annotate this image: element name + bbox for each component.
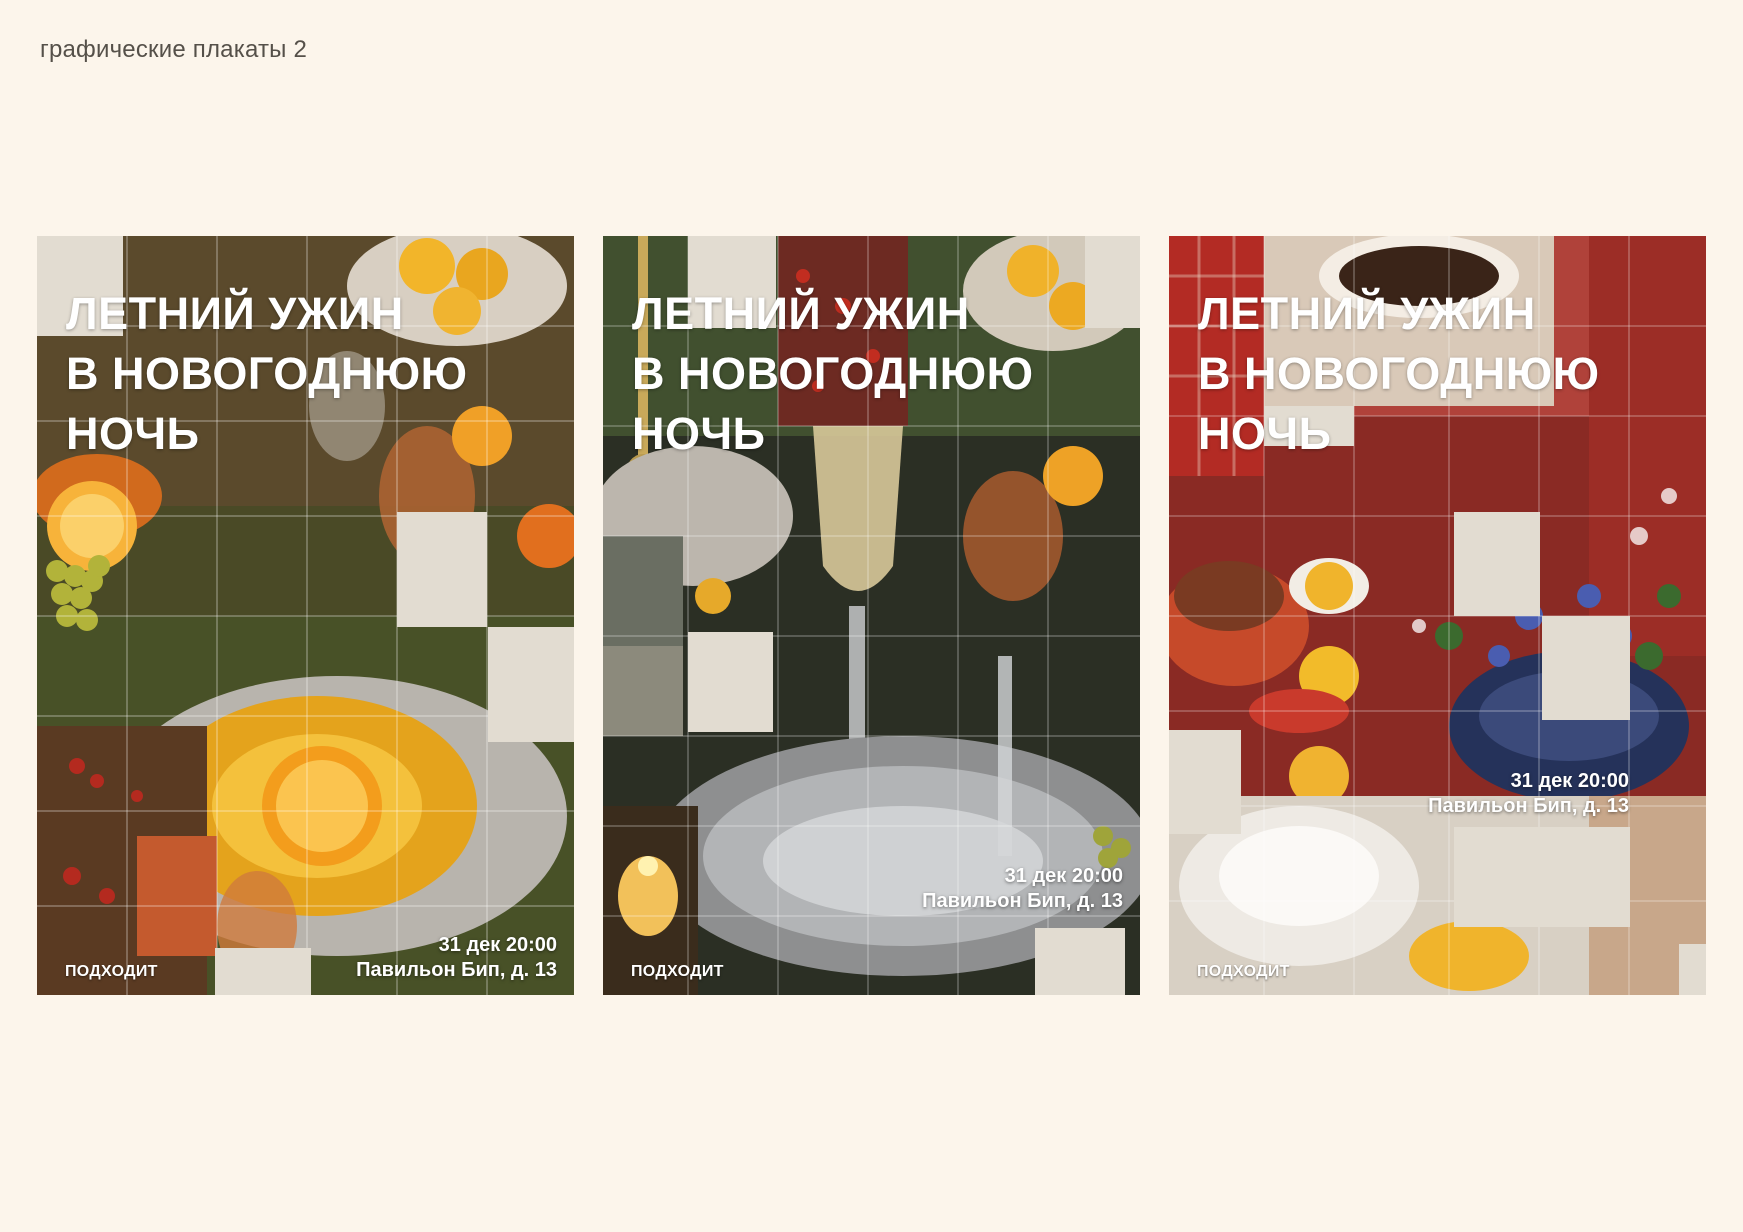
placeholder-block [688,632,773,732]
event-venue: Павильон Бип, д. 13 [922,890,1123,912]
placeholder-block [397,512,487,627]
poster-3: ЛЕТНИЙ УЖИН В НОВОГОДНЮЮ НОЧЬ 31 дек 20:… [1169,236,1706,995]
event-info: 31 дек 20:00 Павильон Бип, д. 13 [356,933,557,983]
poster-2: ЛЕТНИЙ УЖИН В НОВОГОДНЮЮ НОЧЬ 31 дек 20:… [603,236,1140,995]
poster-title-line: В НОВОГОДНЮЮ [632,348,1034,399]
event-venue: Павильон Бип, д. 13 [356,959,557,981]
placeholder-block [1679,944,1706,995]
placeholder-block [1454,827,1630,927]
event-venue: Павильон Бип, д. 13 [1428,795,1629,817]
poster-title-line: НОЧЬ [632,408,766,459]
poster-title-line: В НОВОГОДНЮЮ [1198,348,1600,399]
placeholder-block [1542,616,1630,720]
placeholder-block [215,948,311,995]
poster-title-line: ЛЕТНИЙ УЖИН [66,288,404,339]
event-date: 31 дек 20:00 [438,934,557,956]
poster-title-line: ЛЕТНИЙ УЖИН [632,288,970,339]
placeholder-block [1169,730,1241,834]
poster-title: ЛЕТНИЙ УЖИН В НОВОГОДНЮЮ НОЧЬ [1198,284,1600,464]
placeholder-block [1454,512,1540,616]
event-info: 31 дек 20:00 Павильон Бип, д. 13 [922,864,1123,914]
poster-title-line: НОЧЬ [66,408,200,459]
brand-logo: ПОДХОДИТ [65,963,158,980]
event-date: 31 дек 20:00 [1004,865,1123,887]
event-info: 31 дек 20:00 Павильон Бип, д. 13 [1428,769,1629,819]
placeholder-block [488,627,574,742]
poster-title: ЛЕТНИЙ УЖИН В НОВОГОДНЮЮ НОЧЬ [632,284,1034,464]
poster-title-line: НОЧЬ [1198,408,1332,459]
poster-title: ЛЕТНИЙ УЖИН В НОВОГОДНЮЮ НОЧЬ [66,284,468,464]
event-date: 31 дек 20:00 [1510,770,1629,792]
placeholder-block [1035,928,1125,995]
poster-title-line: ЛЕТНИЙ УЖИН [1198,288,1536,339]
page-caption: графические плакаты 2 [40,36,308,63]
poster-1: ЛЕТНИЙ УЖИН В НОВОГОДНЮЮ НОЧЬ 31 дек 20:… [37,236,574,995]
brand-logo: ПОДХОДИТ [631,963,724,980]
poster-title-line: В НОВОГОДНЮЮ [66,348,468,399]
brand-logo: ПОДХОДИТ [1197,963,1290,980]
placeholder-block [1085,236,1140,328]
